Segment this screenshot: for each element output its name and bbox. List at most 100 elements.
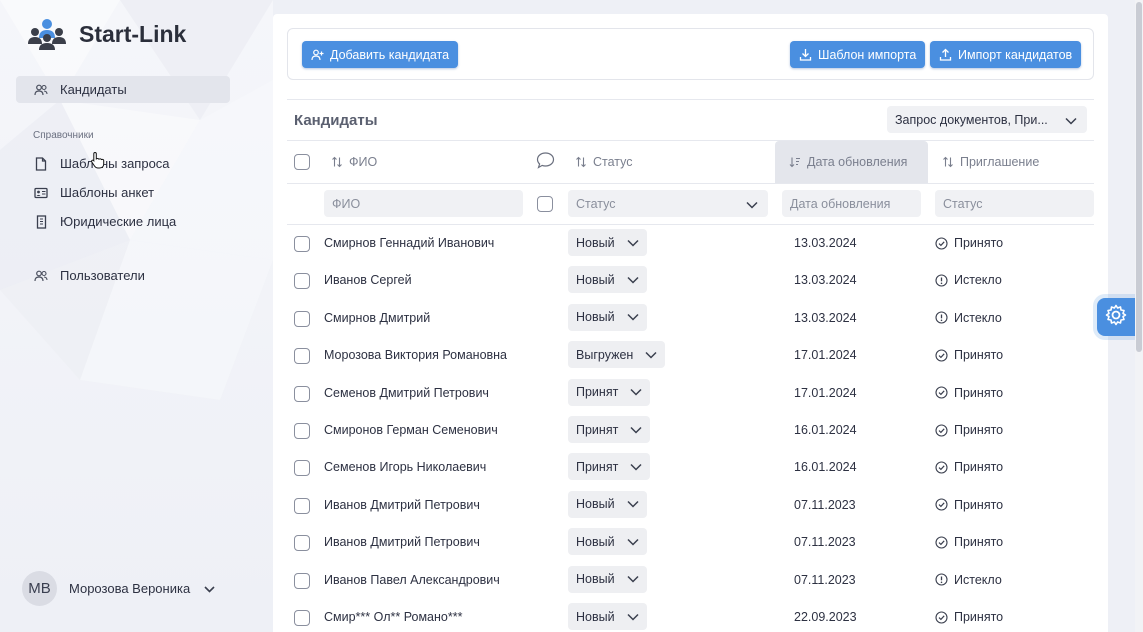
sidebar-item-label: Шаблоны анкет: [60, 185, 155, 200]
candidate-name[interactable]: Смирнов Дмитрий: [324, 311, 430, 325]
updated-date: 07.11.2023: [794, 572, 856, 587]
chevron-down-icon: [627, 500, 639, 508]
invite-filter-input[interactable]: Статус: [935, 190, 1094, 217]
candidate-name[interactable]: Иванов Сергей: [324, 273, 412, 287]
status-select[interactable]: Новый: [568, 528, 647, 556]
updated-date: 07.11.2023: [794, 535, 856, 550]
add-user-icon: [311, 49, 324, 61]
candidate-name[interactable]: Иванов Павел Александрович: [324, 573, 500, 587]
app-logo[interactable]: Start-Link: [27, 18, 186, 50]
row-checkbox[interactable]: [294, 460, 310, 477]
status-select[interactable]: Новый: [568, 229, 647, 256]
invite-status: Истекло: [935, 273, 1002, 287]
candidate-name[interactable]: Семенов Игорь Николаевич: [324, 460, 486, 474]
candidate-name[interactable]: Семенов Дмитрий Петрович: [324, 386, 489, 400]
table-row[interactable]: Иванов Павел Александрович Новый 07.11.202…: [273, 562, 1108, 600]
chevron-down-icon: [627, 575, 639, 583]
column-header-updated[interactable]: Дата обновления: [775, 141, 928, 183]
scrollbar-thumb[interactable]: [1136, 2, 1142, 352]
updated-date: 13.03.2024: [794, 273, 857, 288]
table-row[interactable]: Семенов Дмитрий Петрович Принят 17.01.2024…: [273, 375, 1108, 413]
comment-icon[interactable]: [536, 151, 555, 175]
sidebar-item-label: Шаблоны запроса: [60, 156, 170, 171]
name-filter-input[interactable]: ФИО: [324, 190, 523, 217]
status-value: Новый: [576, 609, 615, 624]
row-checkbox[interactable]: [294, 423, 310, 439]
candidate-name[interactable]: Морозова Виктория Романовна: [324, 348, 507, 362]
sidebar-item-candidates[interactable]: Кандидаты: [16, 76, 230, 103]
date-filter-input[interactable]: Дата обновления: [782, 190, 921, 217]
add-candidate-button[interactable]: Добавить кандидата: [302, 41, 459, 68]
table-row[interactable]: Морозова Виктория Романовна Выгружен 17.01…: [273, 337, 1108, 375]
page-scrollbar[interactable]: [1135, 0, 1143, 632]
select-all-checkbox[interactable]: [294, 154, 310, 170]
settings-button[interactable]: [1097, 298, 1135, 336]
candidate-name[interactable]: Иванов Дмитрий Петрович: [324, 498, 480, 512]
table-row[interactable]: Семенов Игорь Николаевич Принят 16.01.2024…: [273, 449, 1108, 487]
row-checkbox[interactable]: [294, 572, 310, 589]
row-checkbox[interactable]: [294, 535, 310, 552]
status-value: Принят: [576, 422, 619, 437]
check-circle-icon: [935, 423, 948, 437]
table-row[interactable]: Иванов Дмитрий Петрович Новый 07.11.2023 Пр…: [273, 487, 1108, 525]
status-filter-input[interactable]: Статус: [568, 190, 768, 217]
updated-date: 13.03.2024: [794, 236, 857, 250]
import-candidates-button[interactable]: Импорт кандидатов: [930, 41, 1082, 68]
row-checkbox[interactable]: [294, 497, 310, 514]
candidate-name[interactable]: Смир*** Ол** Романо***: [324, 610, 462, 624]
comment-filter-checkbox[interactable]: [537, 196, 553, 212]
row-checkbox[interactable]: [294, 385, 310, 402]
hand-cursor-icon: [90, 151, 106, 174]
table-row[interactable]: Иванов Дмитрий Петрович Новый 07.11.2023 Пр…: [273, 524, 1108, 562]
check-circle-icon: [935, 536, 948, 549]
status-select[interactable]: Новый: [568, 603, 647, 630]
status-select[interactable]: Принят: [568, 378, 651, 406]
chevron-down-icon: [630, 463, 642, 471]
table-row[interactable]: Смир*** Ол** Романо*** Новый 22.09.2023 При…: [273, 599, 1108, 632]
status-select[interactable]: Новый: [568, 565, 647, 593]
row-checkbox[interactable]: [294, 348, 310, 365]
import-template-button[interactable]: Шаблон импорта: [790, 41, 926, 68]
check-circle-icon: [935, 610, 948, 624]
status-select[interactable]: Новый: [568, 490, 647, 518]
column-header-status[interactable]: Статус: [575, 141, 633, 183]
add-candidate-label: Добавить кандидата: [330, 47, 450, 62]
sidebar-item-users[interactable]: Пользователи: [16, 262, 230, 289]
table-row[interactable]: Смирнов Дмитрий Новый 13.03.2024 Истекло: [273, 300, 1108, 338]
table-row[interactable]: Смирнов Геннадий Иванович Новый 13.03.2024…: [273, 225, 1108, 263]
sidebar-item-form-templates[interactable]: Шаблоны анкет: [16, 179, 230, 206]
chevron-down-icon: [746, 198, 758, 212]
chevron-down-icon: [630, 426, 642, 434]
invite-status: Принято: [935, 535, 1003, 549]
column-header-invite[interactable]: Приглашение: [942, 141, 1039, 183]
status-value: Новый: [576, 572, 615, 587]
status-select[interactable]: Принят: [568, 453, 651, 481]
user-menu[interactable]: МВ Морозова Вероника: [22, 571, 215, 606]
candidate-name[interactable]: Смирнов Геннадий Иванович: [324, 236, 494, 250]
status-filter-select[interactable]: Запрос документов, При...: [887, 106, 1087, 133]
status-select[interactable]: Новый: [568, 303, 647, 331]
download-icon: [799, 48, 812, 61]
sidebar-item-legal-entities[interactable]: Юридические лица: [16, 208, 230, 235]
invite-status: Принято: [935, 610, 1003, 624]
table-row[interactable]: Смиронов Герман Семенович Принят 16.01.202…: [273, 412, 1108, 450]
status-select[interactable]: Новый: [568, 266, 647, 294]
chevron-down-icon[interactable]: [204, 580, 215, 598]
status-select[interactable]: Принят: [568, 416, 651, 443]
row-checkbox[interactable]: [294, 236, 310, 252]
candidate-name[interactable]: Иванов Дмитрий Петрович: [324, 535, 480, 549]
updated-date: 16.01.2024: [794, 423, 857, 437]
status-select[interactable]: Выгружен: [568, 341, 666, 369]
check-circle-icon: [935, 236, 948, 250]
row-checkbox[interactable]: [294, 310, 310, 327]
column-header-name[interactable]: ФИО: [331, 141, 377, 183]
invite-status: Принято: [935, 348, 1003, 362]
row-checkbox[interactable]: [294, 273, 310, 290]
table-row[interactable]: Иванов Сергей Новый 13.03.2024 Истекло: [273, 262, 1108, 300]
chevron-down-icon: [627, 276, 639, 284]
candidate-name[interactable]: Смиронов Герман Семенович: [324, 423, 498, 437]
sidebar-item-request-templates[interactable]: Шаблоны запроса: [16, 150, 230, 177]
updated-date: 17.01.2024: [794, 348, 857, 363]
row-checkbox[interactable]: [294, 610, 310, 626]
chevron-down-icon: [627, 538, 639, 546]
